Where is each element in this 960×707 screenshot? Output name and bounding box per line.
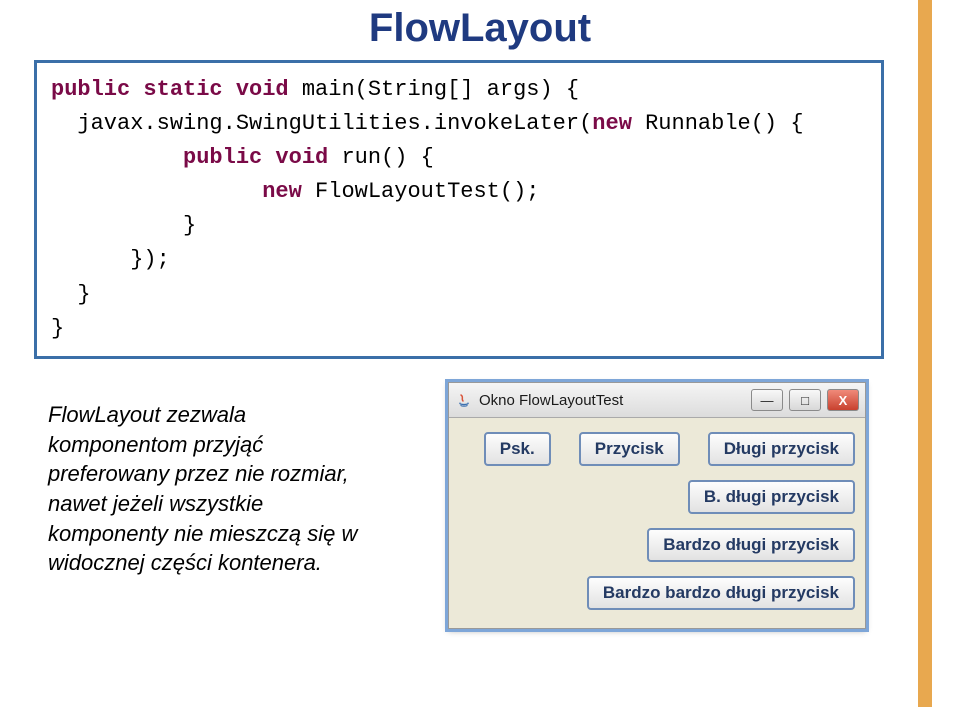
window-titlebar: Okno FlowLayoutTest — □ X [449,383,865,418]
minimize-button[interactable]: — [751,389,783,411]
code-block: public static void main(String[] args) {… [51,73,867,346]
swing-window: Okno FlowLayoutTest — □ X Psk. Przycisk … [448,382,866,629]
swing-button-przycisk[interactable]: Przycisk [579,432,680,466]
code-text: javax.swing.SwingUtilities.invokeLater( [51,111,592,136]
code-text: run() { [328,145,434,170]
maximize-button[interactable]: □ [789,389,821,411]
window-title: Okno FlowLayoutTest [479,392,623,409]
code-text: main(String[] args) { [289,77,579,102]
java-icon [455,391,473,409]
code-text: } [51,316,64,341]
close-button[interactable]: X [827,389,859,411]
window-client-area: Psk. Przycisk Długi przycisk B. długi pr… [449,418,865,628]
swing-button-psk[interactable]: Psk. [484,432,551,466]
code-text: FlowLayoutTest(); [302,179,540,204]
code-keyword: public void [51,145,328,170]
code-keyword: new [592,111,632,136]
swing-button-bardzo-bardzo-dlugi[interactable]: Bardzo bardzo długi przycisk [587,576,855,610]
swing-button-bdlugi[interactable]: B. długi przycisk [688,480,855,514]
slide: FlowLayout public static void main(Strin… [0,0,960,707]
description-text: FlowLayout zezwala komponentom przyjąć p… [48,400,388,578]
code-box: public static void main(String[] args) {… [34,60,884,359]
swing-button-dlugi[interactable]: Długi przycisk [708,432,855,466]
code-text [51,179,262,204]
swing-button-bardzo-dlugi[interactable]: Bardzo długi przycisk [647,528,855,562]
code-text: }); [51,247,170,272]
code-keyword: public static void [51,77,289,102]
code-text: } [51,282,91,307]
code-text: Runnable() { [632,111,804,136]
accent-stripe [918,0,932,707]
code-text: } [51,213,196,238]
code-keyword: new [262,179,302,204]
page-title: FlowLayout [0,6,960,51]
